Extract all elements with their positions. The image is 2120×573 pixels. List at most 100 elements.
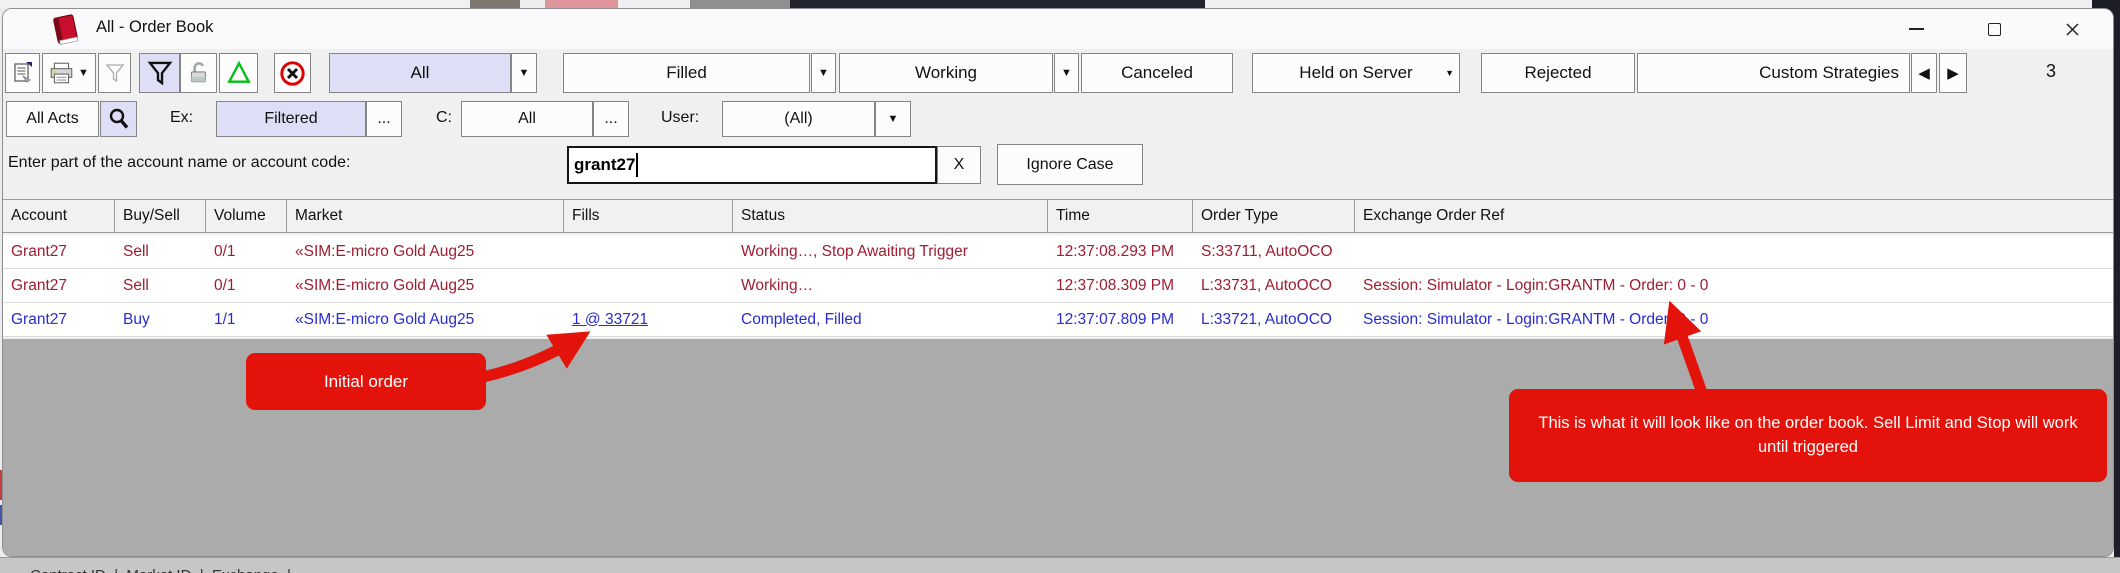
exchange-more-button[interactable]: ... <box>366 101 402 137</box>
desktop: All - Order Book ▼ <box>0 0 2120 573</box>
green-triangle-icon <box>226 60 252 86</box>
minimize-button[interactable] <box>1893 9 1939 49</box>
close-icon <box>2065 22 2080 37</box>
column-header-buysell[interactable]: Buy/Sell <box>115 200 206 232</box>
tabs-scroll-right[interactable]: ▶ <box>1939 53 1967 93</box>
cell-buysell: Sell <box>115 269 206 302</box>
cell-account: Grant27 <box>3 269 115 302</box>
cell-status: Working…, Stop Awaiting Trigger <box>733 235 1048 268</box>
cell-volume: 0/1 <box>206 235 287 268</box>
cell-time: 12:37:07.809 PM <box>1048 303 1193 336</box>
minimize-icon <box>1909 28 1924 30</box>
chevron-down-icon: ▼ <box>818 67 829 79</box>
all-accounts-button[interactable]: All Acts <box>6 101 99 137</box>
cell-exchangeref <box>1355 235 2114 268</box>
order-count: 3 <box>2021 61 2081 82</box>
search-input-value: grant27 <box>574 155 635 175</box>
category-more-button[interactable]: ... <box>593 101 629 137</box>
table-row[interactable]: Grant27 Sell 0/1 «SIM:E-micro Gold Aug25… <box>3 235 2114 269</box>
cell-fills <box>564 269 733 302</box>
user-dropdown-arrow[interactable]: ▼ <box>875 101 911 137</box>
properties-button[interactable] <box>5 53 40 93</box>
tab-working-arrow[interactable]: ▼ <box>1054 53 1079 93</box>
print-dropdown-arrow[interactable]: ▼ <box>78 67 89 79</box>
cancel-all-button[interactable] <box>274 53 311 93</box>
cell-time: 12:37:08.309 PM <box>1048 269 1193 302</box>
background-strip <box>545 0 618 8</box>
background-window-bar: Contract ID | Market ID | Exchange | <box>0 557 2120 573</box>
annotation-order-book-note: This is what it will look like on the or… <box>1509 389 2107 482</box>
tab-filled-arrow[interactable]: ▼ <box>811 53 836 93</box>
cell-volume: 1/1 <box>206 303 287 336</box>
background-strip <box>0 0 470 8</box>
cell-volume: 0/1 <box>206 269 287 302</box>
title-bar[interactable]: All - Order Book <box>3 9 2113 49</box>
chevron-down-icon: ▼ <box>1445 68 1454 78</box>
cell-market: «SIM:E-micro Gold Aug25 <box>287 235 564 268</box>
alert-button[interactable] <box>219 53 258 93</box>
lock-button[interactable] <box>180 53 217 93</box>
column-header-account[interactable]: Account <box>3 200 115 232</box>
cell-status: Working… <box>733 269 1048 302</box>
print-button[interactable]: ▼ <box>42 53 96 93</box>
close-button[interactable] <box>2049 9 2095 49</box>
cell-account: Grant27 <box>3 235 115 268</box>
properties-icon <box>11 61 35 85</box>
red-book-icon <box>47 12 83 48</box>
left-arrow-icon: ◀ <box>1918 64 1930 82</box>
cell-exchangeref: Session: Simulator - Login:GRANTM - Orde… <box>1355 269 2114 302</box>
tab-filled[interactable]: Filled <box>563 53 810 93</box>
column-header-time[interactable]: Time <box>1048 200 1193 232</box>
table-header: Account Buy/Sell Volume Market Fills Sta… <box>3 199 2114 233</box>
search-icon <box>107 107 131 131</box>
background-window-header-text: Contract ID | Market ID | Exchange | <box>30 567 291 573</box>
background-strip <box>790 0 1205 8</box>
user-dropdown[interactable]: (All) <box>722 101 875 137</box>
column-header-volume[interactable]: Volume <box>206 200 287 232</box>
column-header-exchangeref[interactable]: Exchange Order Ref <box>1355 200 2114 232</box>
table-row[interactable]: Grant27 Sell 0/1 «SIM:E-micro Gold Aug25… <box>3 269 2114 303</box>
background-strip <box>1205 0 2095 8</box>
cell-status: Completed, Filled <box>733 303 1048 336</box>
chevron-down-icon: ▼ <box>1061 67 1072 79</box>
cell-market: «SIM:E-micro Gold Aug25 <box>287 269 564 302</box>
background-strip <box>618 0 690 8</box>
cell-ordertype: L:33721, AutoOCO <box>1193 303 1355 336</box>
exchange-label: Ex: <box>170 109 193 127</box>
ignore-case-button[interactable]: Ignore Case <box>997 144 1143 185</box>
filter-active-button[interactable] <box>139 53 180 93</box>
scope-dropdown-arrow[interactable]: ▼ <box>511 53 537 93</box>
table-row[interactable]: Grant27 Buy 1/1 «SIM:E-micro Gold Aug25 … <box>3 303 2114 337</box>
background-strip <box>470 0 520 8</box>
scope-dropdown[interactable]: All <box>329 53 511 93</box>
right-arrow-icon: ▶ <box>1947 64 1959 82</box>
column-header-ordertype[interactable]: Order Type <box>1193 200 1355 232</box>
cell-buysell: Buy <box>115 303 206 336</box>
account-search-button[interactable] <box>100 101 137 137</box>
tab-canceled[interactable]: Canceled <box>1081 53 1233 93</box>
tab-custom-strategies[interactable]: Custom Strategies <box>1637 53 1910 93</box>
column-header-fills[interactable]: Fills <box>564 200 733 232</box>
exchange-filter-button[interactable]: Filtered <box>216 101 366 137</box>
clear-search-button[interactable]: X <box>937 146 981 184</box>
category-filter-button[interactable]: All <box>461 101 593 137</box>
background-strip <box>520 0 545 8</box>
column-header-status[interactable]: Status <box>733 200 1048 232</box>
cell-fills: 1 @ 33721 <box>564 303 733 336</box>
tab-held-on-server[interactable]: Held on Server ▼ <box>1252 53 1460 93</box>
tab-working[interactable]: Working <box>839 53 1053 93</box>
maximize-button[interactable] <box>1971 9 2017 49</box>
filter-outline-button[interactable] <box>98 53 131 93</box>
tabs-scroll-left[interactable]: ◀ <box>1911 53 1937 93</box>
funnel-outline-icon <box>104 62 126 84</box>
account-search-label: Enter part of the account name or accoun… <box>8 154 350 172</box>
unlock-icon <box>186 60 212 86</box>
window-title: All - Order Book <box>96 18 213 37</box>
column-header-market[interactable]: Market <box>287 200 564 232</box>
tab-rejected[interactable]: Rejected <box>1481 53 1635 93</box>
cell-fills <box>564 235 733 268</box>
account-search-input[interactable]: grant27 <box>567 146 937 184</box>
chevron-down-icon: ▼ <box>888 113 899 125</box>
cell-market: «SIM:E-micro Gold Aug25 <box>287 303 564 336</box>
order-book-window: All - Order Book ▼ <box>2 8 2114 557</box>
